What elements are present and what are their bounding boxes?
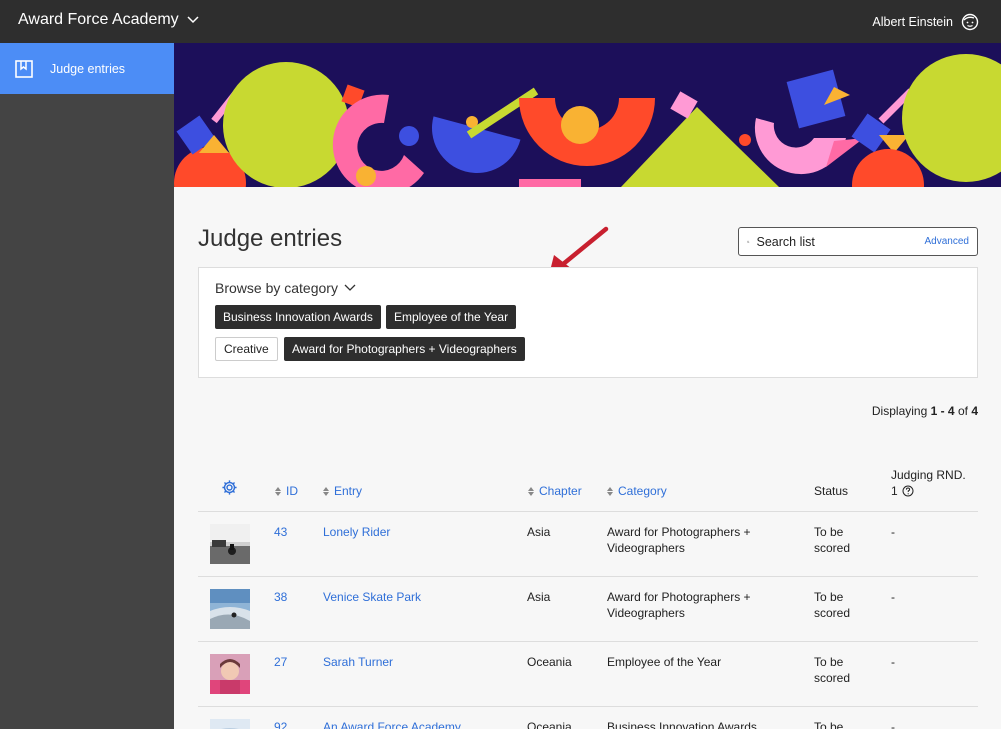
entry-category: Business Innovation Awards [607,720,757,729]
sort-icon [528,486,534,496]
table-divider [198,706,978,707]
entry-status: To be [814,720,844,729]
entry-status: To be scored [814,655,851,685]
entry-category: Employee of the Year [607,655,722,669]
search-box: Advanced [738,227,978,256]
entry-thumbnail[interactable] [210,719,250,729]
column-settings-gear-icon[interactable] [221,479,238,496]
table-divider [198,576,978,577]
help-icon[interactable] [902,485,914,497]
column-header-id[interactable]: ID [275,484,298,498]
displaying-count: Displaying 1 - 4 of 4 [871,404,978,418]
category-tag-employee-of-the-year[interactable]: Employee of the Year [386,305,517,329]
entry-chapter: Oceania [527,655,572,669]
advanced-search-link[interactable]: Advanced [925,236,969,247]
entry-title-link[interactable]: Sarah Turner [323,654,393,670]
entry-title-link[interactable]: An Award Force Academy [323,719,461,729]
sidebar-item-label: Judge entries [50,61,126,76]
sort-icon [323,486,329,496]
main-content: Judge entries Advanced Browse by categor… [174,43,1001,729]
entry-id-link[interactable]: 38 [274,589,287,605]
entry-round-score: - [891,590,895,604]
column-header-chapter[interactable]: Chapter [528,484,582,498]
column-header-judging-round: Judging RND. 1 [891,468,966,498]
table-divider [198,641,978,642]
table-divider [198,511,978,512]
browse-by-category-label: Browse by category [215,280,338,296]
column-header-status: Status [814,484,849,498]
sidebar-item-judge-entries[interactable]: Judge entries [0,43,174,94]
browse-by-category-toggle[interactable]: Browse by category [215,280,356,296]
user-name: Albert Einstein [872,15,953,29]
entry-category: Award for Photographers + Videographers [607,590,751,620]
entry-id-link[interactable]: 43 [274,524,287,540]
category-tag-creative[interactable]: Creative [215,337,278,361]
chevron-down-icon [344,284,356,291]
top-bar: Award Force Academy Albert Einstein [0,0,1001,43]
entry-category: Award for Photographers + Videographers [607,525,751,555]
category-tag-award-for-photographers-videographers[interactable]: Award for Photographers + Videographers [284,337,525,361]
entry-chapter: Asia [527,590,551,604]
entry-thumbnail[interactable] [210,589,250,629]
app-title: Award Force Academy [18,11,179,28]
banner-graphic [174,43,1001,187]
entry-round-score: - [891,655,895,669]
user-avatar-icon [961,13,979,31]
entry-id-link[interactable]: 27 [274,654,287,670]
user-menu[interactable]: Albert Einstein [872,13,979,31]
search-input[interactable] [756,234,918,249]
chevron-down-icon [187,16,199,24]
column-header-category[interactable]: Category [607,484,667,498]
search-icon [747,240,750,243]
sidebar: Judge entries [0,43,174,729]
entry-title-link[interactable]: Venice Skate Park [323,589,421,605]
entry-chapter: Oceania [527,720,572,729]
sort-icon [275,486,281,496]
entry-status: To be scored [814,590,851,620]
entry-id-link[interactable]: 92 [274,719,287,729]
entry-title-link[interactable]: Lonely Rider [323,524,390,540]
bookmark-icon [15,59,33,78]
browse-by-category-panel: Browse by category Business Innovation A… [198,267,978,378]
sort-icon [607,486,613,496]
entry-round-score: - [891,525,895,539]
category-tag-business-innovation-awards[interactable]: Business Innovation Awards [215,305,381,329]
app-switcher[interactable]: Award Force Academy [18,11,199,29]
column-header-entry[interactable]: Entry [323,484,362,498]
header-banner [174,43,1001,187]
entry-thumbnail[interactable] [210,524,250,564]
entry-chapter: Asia [527,525,551,539]
entry-status: To be scored [814,525,851,555]
page-title: Judge entries [198,225,343,252]
entry-thumbnail[interactable] [210,654,250,694]
entry-round-score: - [891,720,895,729]
